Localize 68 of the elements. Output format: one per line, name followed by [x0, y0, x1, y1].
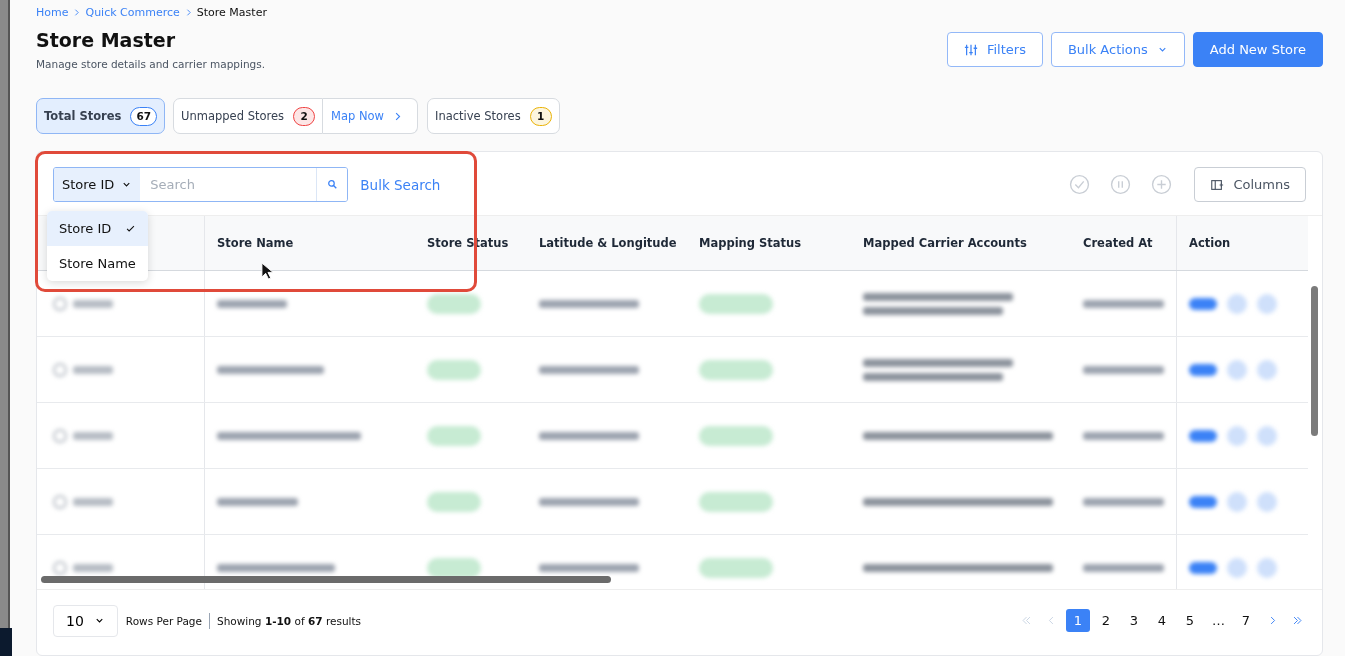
status-badge: [427, 359, 481, 380]
summary-chip[interactable]: Total Stores 67: [36, 98, 166, 134]
page-button[interactable]: 2: [1094, 609, 1118, 632]
page-title: Store Master: [36, 29, 177, 51]
status-badge: [427, 557, 481, 578]
blurred-icon[interactable]: [1257, 557, 1277, 578]
column-header: Mapping Status: [698, 235, 803, 252]
column-header: Created At: [1071, 216, 1177, 270]
rows-per-page-label: Rows Per Page: [125, 614, 202, 627]
count-badge: 67: [130, 106, 158, 126]
blurred-icon[interactable]: [1227, 425, 1247, 446]
sliders-icon: [963, 42, 978, 57]
count-badge: 1: [529, 106, 552, 126]
chevron-right-icon: [72, 8, 82, 17]
column-header: Action: [1188, 235, 1232, 252]
blurred-icon[interactable]: [1227, 359, 1247, 380]
breadcrumb-current: Store Master: [196, 6, 267, 19]
page-subtitle: Manage store details and carrier mappings.: [36, 58, 267, 70]
toggle-switch[interactable]: [1189, 495, 1217, 508]
blurred-icon[interactable]: [1257, 359, 1277, 380]
bulk-actions-button[interactable]: Bulk Actions: [1050, 32, 1185, 67]
toggle-switch[interactable]: [1189, 561, 1217, 574]
columns-button[interactable]: Columns: [1194, 167, 1306, 202]
dropdown-option[interactable]: Store ID: [47, 211, 148, 246]
page-button[interactable]: 7: [1234, 609, 1258, 632]
column-header: Latitude & Longitude: [538, 235, 678, 252]
page-button[interactable]: …: [1206, 609, 1230, 632]
status-badge: [427, 491, 481, 512]
breadcrumb-link[interactable]: Home: [36, 6, 69, 19]
check-icon: [125, 223, 136, 234]
bulk-search-link[interactable]: Bulk Search: [360, 176, 441, 193]
page-button[interactable]: 3: [1122, 609, 1146, 632]
summary-chip[interactable]: Unmapped Stores 2: [173, 98, 324, 134]
count-badge: 2: [293, 106, 316, 126]
blurred-icon[interactable]: [1257, 425, 1277, 446]
toggle-switch[interactable]: [1189, 297, 1217, 310]
page-button[interactable]: 4: [1150, 609, 1174, 632]
double-chevron-right-icon[interactable]: [1292, 615, 1303, 626]
status-badge: [427, 425, 481, 446]
blurred-icon[interactable]: [1227, 557, 1247, 578]
summary-chip[interactable]: Inactive Stores 1: [427, 98, 560, 134]
map-now-link[interactable]: Map Now: [323, 98, 418, 134]
breadcrumb-link[interactable]: Quick Commerce: [85, 6, 180, 19]
filters-button[interactable]: Filters: [946, 32, 1043, 67]
search-button[interactable]: [316, 168, 348, 201]
page-button[interactable]: 5: [1178, 609, 1202, 632]
taskbar-corner: [0, 628, 12, 656]
toggle-switch[interactable]: [1189, 363, 1217, 376]
search-field[interactable]: Store ID Search: [53, 167, 349, 202]
toggle-switch[interactable]: [1189, 429, 1217, 442]
horizontal-scrollbar[interactable]: [41, 576, 611, 583]
field-selector[interactable]: Store ID: [54, 168, 141, 201]
blurred-icon[interactable]: [1257, 491, 1277, 512]
add-store-button[interactable]: Add New Store: [1192, 32, 1323, 67]
column-header: Store Name: [216, 235, 295, 252]
dropdown-option[interactable]: Store Name: [47, 246, 148, 281]
page-button[interactable]: 1: [1066, 609, 1090, 632]
blurred-icon[interactable]: [1257, 293, 1277, 314]
status-badge: [427, 293, 481, 314]
columns-icon: [1210, 177, 1225, 192]
blurred-text: [217, 299, 287, 308]
rows-per-page-select[interactable]: 10: [53, 604, 118, 637]
blurred-icon[interactable]: [1227, 491, 1247, 512]
column-header: Mapped Carrier Accounts: [862, 235, 1028, 252]
search-icon: [326, 179, 338, 190]
blurred-icon[interactable]: [1227, 293, 1247, 314]
vertical-scrollbar[interactable]: [1311, 286, 1318, 436]
results-summary: Showing 1-10 of 67 results: [216, 614, 362, 627]
